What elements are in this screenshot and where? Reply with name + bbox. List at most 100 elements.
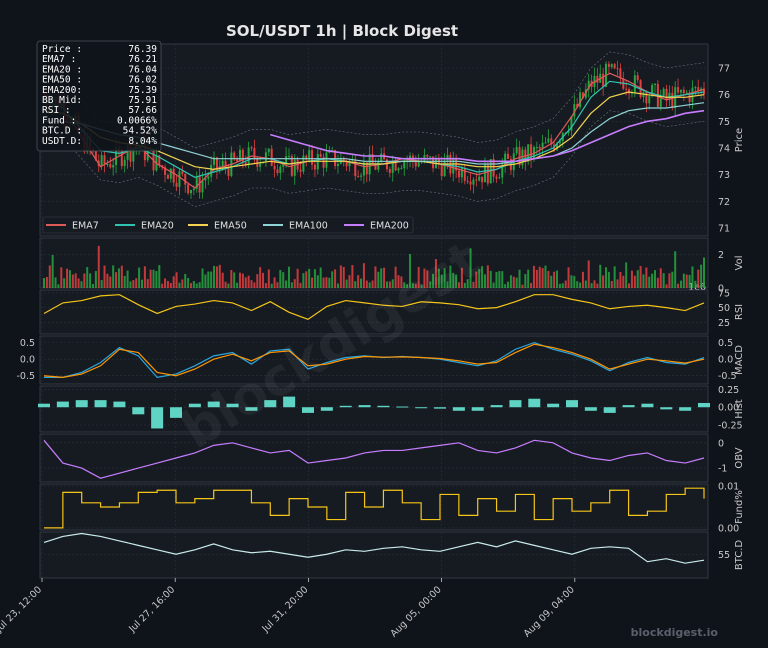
- volume-bar: [91, 284, 94, 288]
- volume-bar: [662, 273, 665, 288]
- volume-bar: [605, 267, 608, 288]
- volume-bar: [576, 281, 579, 288]
- volume-bar: [674, 251, 677, 288]
- candle-body: [380, 153, 383, 162]
- chart-svg: SOL/USDT 1h | Block Digest 71 72 73 74 75 76 7…: [0, 22, 745, 640]
- volume-bar: [227, 283, 230, 288]
- volume-bar: [336, 283, 339, 288]
- volume-bar: [279, 269, 282, 288]
- volume-bar: [241, 273, 244, 288]
- volume-bar: [43, 278, 45, 288]
- y-tick-label: 74: [718, 144, 730, 155]
- volume-bar: [697, 269, 700, 288]
- hist-bar: [56, 401, 69, 408]
- volume-bar: [86, 267, 89, 288]
- volume-bar: [236, 282, 239, 288]
- volume-bar: [273, 277, 276, 288]
- hist-bar: [509, 400, 522, 408]
- volume-bar: [354, 281, 357, 288]
- hist-bar: [603, 407, 616, 413]
- hist-bar: [94, 400, 107, 408]
- y-axis-label: OBV: [734, 447, 745, 468]
- volume-bar: [140, 279, 143, 288]
- volume-bar: [561, 283, 564, 288]
- candle-body: [662, 88, 665, 96]
- volume-bar: [120, 265, 123, 288]
- candle-body: [507, 153, 510, 159]
- volume-bar: [328, 277, 331, 288]
- hist-bar: [434, 407, 446, 409]
- panel-volume: [39, 237, 709, 289]
- volume-bar: [489, 270, 492, 288]
- candle-body: [345, 161, 348, 167]
- candle-body: [610, 64, 613, 67]
- x-tick-label: Aug 09, 04:00: [522, 584, 577, 639]
- volume-bar: [143, 266, 146, 288]
- volume-bar: [671, 271, 674, 288]
- candle-body: [319, 154, 322, 157]
- hist-bar: [113, 401, 126, 408]
- volume-bar: [68, 270, 71, 288]
- candle-body: [544, 142, 547, 144]
- candle-body: [264, 152, 267, 162]
- candle-body: [691, 87, 694, 103]
- volume-bar: [166, 280, 169, 288]
- volume-bar: [654, 270, 657, 288]
- hist-bar: [660, 407, 673, 410]
- y-tick-label: 73: [718, 170, 730, 181]
- volume-bar: [622, 275, 625, 288]
- volume-bar: [161, 283, 164, 288]
- candle-body: [166, 174, 169, 179]
- y-tick-label: 77: [718, 64, 730, 75]
- volume-bar: [581, 271, 584, 288]
- x-tick-label: Jul 23, 12:00: [0, 584, 44, 635]
- volume-bar: [89, 273, 92, 288]
- y-tick-label: 0.25: [718, 385, 739, 396]
- candle-body: [302, 155, 305, 172]
- volume-bar: [132, 280, 135, 288]
- volume-bar: [507, 281, 510, 288]
- y-tick-label: 0: [718, 438, 724, 449]
- candle-body: [648, 96, 651, 104]
- candle-body: [665, 88, 668, 100]
- brand-label: blockdigest.io: [631, 626, 719, 639]
- hist-bar: [339, 405, 352, 408]
- candle-body: [201, 180, 204, 193]
- candle-body: [671, 92, 674, 108]
- volume-bar: [607, 271, 610, 288]
- volume-bar: [509, 275, 512, 288]
- candle-body: [388, 169, 391, 173]
- candle-body: [579, 92, 582, 108]
- volume-bar: [215, 266, 218, 288]
- volume-bar: [293, 279, 296, 288]
- volume-bar: [587, 260, 590, 288]
- y-tick-label: 55: [718, 550, 730, 561]
- candle-body: [481, 176, 484, 183]
- volume-bar: [218, 264, 221, 288]
- candle-body: [403, 161, 406, 169]
- candle-body: [475, 179, 478, 181]
- legend: EMA7 EMA20 EMA50 EMA100 EMA200: [42, 216, 414, 234]
- volume-bar: [169, 283, 172, 288]
- candle-body: [478, 176, 481, 181]
- volume-bar: [564, 280, 567, 288]
- y-tick-label-left: -0.5: [16, 371, 35, 382]
- hist-bar: [698, 402, 710, 408]
- candle-body: [535, 146, 538, 148]
- volume-bar: [115, 272, 118, 288]
- volume-bar: [599, 264, 602, 288]
- volume-bar: [198, 282, 201, 288]
- hist-bar: [396, 406, 409, 408]
- hist-bar: [452, 407, 465, 411]
- volume-bar: [45, 276, 48, 288]
- volume-bar: [498, 271, 501, 288]
- hist-bar: [151, 407, 164, 429]
- candle-body: [625, 88, 628, 90]
- info-label: USDT.D:: [42, 136, 82, 147]
- volume-bar: [325, 277, 328, 288]
- volume-bar: [512, 276, 515, 288]
- candle-body: [207, 176, 210, 179]
- volume-bar: [656, 277, 659, 288]
- chart-title: SOL/USDT 1h | Block Digest: [226, 22, 458, 41]
- y-axis-label: BTC.D: [734, 540, 745, 571]
